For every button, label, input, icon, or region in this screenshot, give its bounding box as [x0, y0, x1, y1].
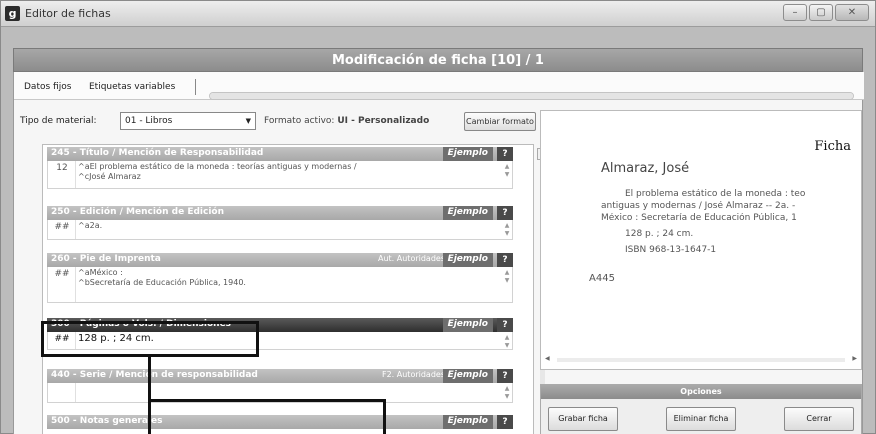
formato-label: Formato activo:	[264, 116, 335, 126]
indicator-divider	[75, 267, 76, 302]
field-scroll-icon[interactable]: ▲ ▼	[503, 222, 511, 238]
scroll-right-icon[interactable]: ▶	[852, 355, 857, 362]
field-body[interactable]: ## ^a2a. ▲ ▼	[47, 220, 513, 240]
help-icon[interactable]: ?	[497, 369, 513, 383]
scroll-left-icon[interactable]: ◀	[545, 355, 550, 362]
field-header: 245 - Título / Mención de Responsabilida…	[47, 147, 513, 161]
indicator-divider	[75, 332, 76, 349]
annotation-connector-stem	[148, 357, 151, 402]
ejemplo-button[interactable]: Ejemplo	[442, 318, 493, 332]
window-title: Editor de fichas	[25, 7, 111, 20]
close-window-button[interactable]: ✕	[835, 4, 869, 21]
field-scroll-icon[interactable]: ▲ ▼	[503, 385, 511, 401]
tipo-material-select[interactable]: 01 - Libros ▼	[120, 112, 256, 130]
field-scroll-icon[interactable]: ▲ ▼	[503, 334, 511, 350]
field-body[interactable]: ## ^aMéxico : ^bSecretaría de Educación …	[47, 267, 513, 303]
progress-fill	[210, 93, 853, 99]
field-indicator[interactable]: 12	[51, 163, 73, 173]
preview-line: ISBN 968-13-1647-1	[625, 245, 717, 255]
field-body[interactable]: ▲ ▼	[47, 383, 513, 403]
field-header: 260 - Pie de Imprenta Aut. Autoridades E…	[47, 253, 513, 267]
tipo-material-value: 01 - Libros	[125, 116, 173, 126]
tab-bar: Datos fijos Etiquetas variables	[14, 72, 864, 100]
field-tag: 245 - Título / Mención de Responsabilida…	[51, 148, 264, 158]
field-header: 300 - Páginas o Vols. / Dimensiones Ejem…	[47, 318, 513, 332]
help-icon[interactable]: ?	[497, 147, 513, 161]
tipo-material-label: Tipo de material:	[20, 116, 97, 126]
field-body[interactable]: ## 128 p. ; 24 cm. ▲ ▼	[47, 332, 513, 350]
ejemplo-button[interactable]: Ejemplo	[442, 253, 493, 267]
help-icon[interactable]: ?	[497, 253, 513, 267]
ejemplo-button[interactable]: Ejemplo	[442, 415, 493, 429]
ficha-preview: Ficha Almaraz, José El problema estático…	[540, 110, 862, 370]
field-value[interactable]: ^aEl problema estático de la moneda : te…	[78, 162, 498, 182]
preview-line: México : Secretaría de Educación Pública…	[601, 213, 797, 223]
preview-hscrollbar[interactable]: ◀ ▶	[545, 355, 857, 365]
field-header: 440 - Serie / Mención de responsabilidad…	[47, 369, 513, 383]
tab-divider	[195, 79, 196, 95]
help-icon[interactable]: ?	[497, 318, 513, 332]
preview-author: Almaraz, José	[601, 161, 690, 176]
maximize-button[interactable]: ▢	[809, 4, 833, 21]
cerrar-button[interactable]: Cerrar	[784, 407, 854, 431]
title-bar: g Editor de fichas – ▢ ✕	[1, 1, 875, 27]
cambiar-formato-button[interactable]: Cambiar formato	[464, 112, 536, 131]
field-tag: 260 - Pie de Imprenta	[51, 254, 161, 264]
progress-bar	[209, 92, 854, 100]
field-value[interactable]: ^aMéxico : ^bSecretaría de Educación Púb…	[78, 268, 498, 288]
app-logo-icon: g	[5, 6, 20, 21]
field-indicator[interactable]: ##	[51, 222, 73, 232]
formato-value: UI - Personalizado	[337, 116, 430, 126]
form-content: Datos fijos Etiquetas variables Tipo de …	[13, 72, 864, 434]
ejemplo-button[interactable]: Ejemplo	[442, 147, 493, 161]
fields-panel: 245 - Título / Mención de Responsabilida…	[42, 144, 534, 434]
indicator-divider	[75, 161, 76, 188]
autoridades-link[interactable]: Aut. Autoridades	[378, 254, 445, 263]
field-tag: 500 - Notas generales	[51, 416, 163, 426]
autoridades-link[interactable]: F2. Autoridades	[382, 370, 445, 379]
preview-line: antiguas y modernas / José Almaraz -- 2a…	[601, 201, 796, 211]
material-toolbar: Tipo de material: 01 - Libros ▼ Formato …	[14, 110, 539, 134]
chevron-down-icon: ▼	[245, 117, 251, 125]
field-body[interactable]: 12 ^aEl problema estático de la moneda :…	[47, 161, 513, 189]
field-header: 250 - Edición / Mención de Edición Ejemp…	[47, 206, 513, 220]
ejemplo-button[interactable]: Ejemplo	[442, 369, 493, 383]
field-tag: 440 - Serie / Mención de responsabilidad	[51, 370, 258, 380]
scroll-track[interactable]	[557, 358, 845, 362]
ejemplo-button[interactable]: Ejemplo	[442, 206, 493, 220]
options-title: Opciones	[541, 385, 861, 399]
field-value[interactable]: 128 p. ; 24 cm.	[78, 334, 498, 344]
preview-heading: Ficha	[814, 139, 851, 154]
field-scroll-icon[interactable]: ▲ ▼	[503, 269, 511, 285]
help-icon[interactable]: ?	[497, 415, 513, 429]
tab-datos-fijos[interactable]: Datos fijos	[24, 82, 71, 92]
form-header: Modificación de ficha [10] / 1	[13, 48, 863, 72]
preview-line: 128 p. ; 24 cm.	[625, 229, 694, 239]
field-header: 500 - Notas generales Ejemplo ?	[47, 415, 513, 429]
tab-etiquetas-variables[interactable]: Etiquetas variables	[89, 82, 175, 92]
indicator-divider	[75, 383, 76, 402]
window-controls: – ▢ ✕	[783, 4, 869, 21]
indicator-divider	[75, 220, 76, 239]
preview-code: A445	[589, 273, 615, 284]
field-indicator[interactable]: ##	[51, 269, 73, 279]
grabar-ficha-button[interactable]: Grabar ficha	[548, 407, 618, 431]
help-icon[interactable]: ?	[497, 206, 513, 220]
field-scroll-icon[interactable]: ▲ ▼	[503, 163, 511, 179]
minimize-button[interactable]: –	[783, 4, 807, 21]
formato-activo: Formato activo: UI - Personalizado	[264, 116, 429, 126]
field-value[interactable]: ^a2a.	[78, 221, 498, 231]
preview-line: El problema estático de la moneda : teo	[625, 189, 806, 199]
options-panel: Opciones Grabar ficha Eliminar ficha Cer…	[540, 384, 862, 434]
field-tag: 300 - Páginas o Vols. / Dimensiones	[51, 319, 232, 329]
field-tag: 250 - Edición / Mención de Edición	[51, 207, 225, 217]
field-indicator[interactable]: ##	[51, 334, 73, 344]
app-window: g Editor de fichas – ▢ ✕ Modificación de…	[0, 0, 876, 434]
form-title: Modificación de ficha [10] / 1	[332, 53, 544, 68]
eliminar-ficha-button[interactable]: Eliminar ficha	[666, 407, 736, 431]
